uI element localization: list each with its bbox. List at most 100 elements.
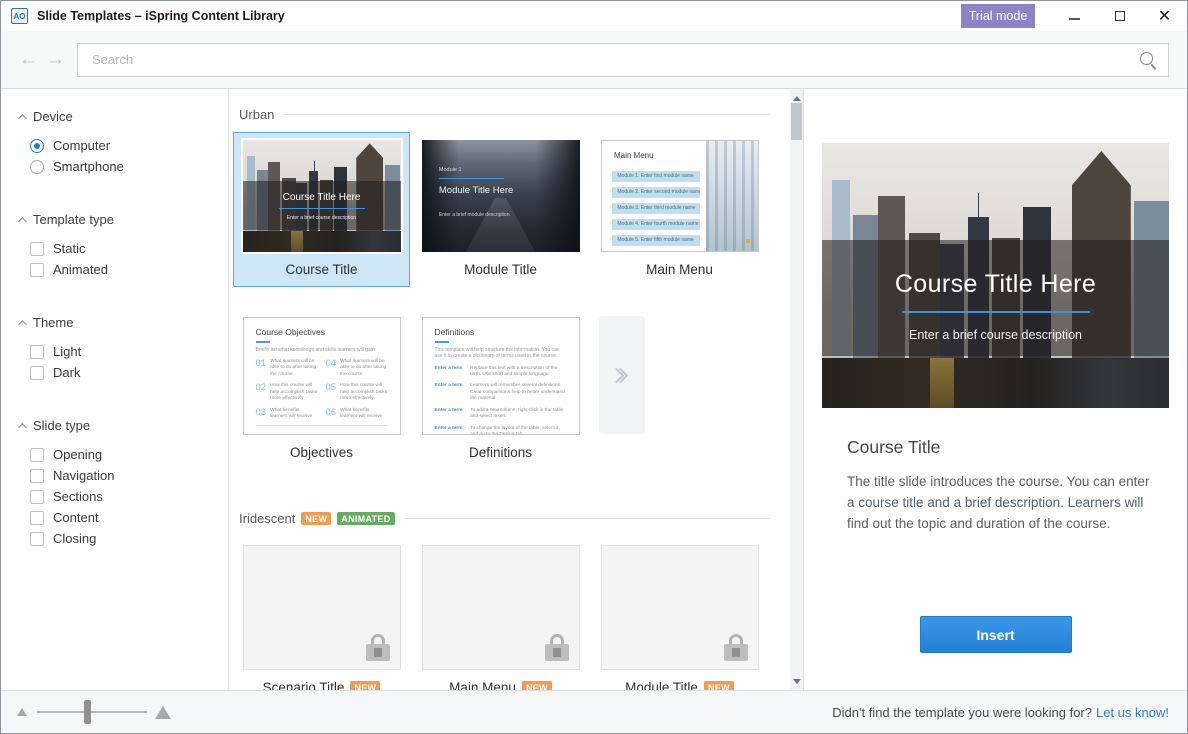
section-title-urban: Urban xyxy=(239,107,274,122)
checkbox-icon xyxy=(30,511,44,525)
radio-computer[interactable]: Computer xyxy=(1,135,228,156)
checkbox-animated[interactable]: Animated xyxy=(1,259,228,280)
animated-badge: ANIMATED xyxy=(337,512,394,525)
divider-line xyxy=(902,311,1090,313)
app-icon: AO xyxy=(11,8,28,24)
new-badge: NEW xyxy=(350,681,380,690)
template-name: Module Title xyxy=(625,680,698,690)
thumbnail-size-slider xyxy=(17,706,171,719)
locked-thumbnail-placeholder xyxy=(601,545,759,670)
template-tile-main-menu[interactable]: Main Menu Module 1. Enter first module n… xyxy=(591,132,768,287)
vertical-scrollbar[interactable] xyxy=(790,89,803,690)
section-divider xyxy=(284,114,770,115)
slide-thumbnail-image: Main Menu Module 1. Enter first module n… xyxy=(601,140,759,252)
status-bar: Didn't find the template you were lookin… xyxy=(1,690,1187,733)
minimize-icon xyxy=(1069,18,1080,20)
template-name: Scenario Title xyxy=(263,680,345,690)
filter-sidebar: Device Computer Smartphone Template type… xyxy=(1,89,229,690)
section-divider xyxy=(405,518,770,519)
toolbar: ← → xyxy=(1,31,1187,89)
arrow-up-icon xyxy=(793,96,801,101)
preview-slide-title: Course Title Here xyxy=(822,270,1169,299)
template-gallery: Urban xyxy=(229,89,790,690)
checkbox-dark[interactable]: Dark xyxy=(1,362,228,383)
locked-thumbnail-placeholder xyxy=(243,545,401,670)
new-badge: NEW xyxy=(301,512,331,525)
preview-slide-subtitle: Enter a brief course description xyxy=(822,328,1169,342)
template-name: Module Title xyxy=(464,262,537,277)
lock-icon xyxy=(365,634,391,661)
chevron-up-icon xyxy=(18,320,26,328)
new-badge: NEW xyxy=(522,681,552,690)
filter-group-slide-type[interactable]: Slide type xyxy=(1,417,228,434)
slide-thumbnail-image: Course Objectives Briefly list what know… xyxy=(243,317,401,435)
template-name: Course Title xyxy=(285,262,357,277)
slide-thumbnail-image: Module 1 Module Title Here Enter a brief… xyxy=(422,140,580,252)
slider-handle[interactable] xyxy=(84,700,91,724)
checkbox-opening[interactable]: Opening xyxy=(1,444,228,465)
zoom-out-icon[interactable] xyxy=(17,708,27,716)
slider-track[interactable] xyxy=(37,711,147,713)
template-tile-main-menu-locked[interactable]: Main Menu NEW xyxy=(412,537,589,690)
template-preview-image: Course Title Here Enter a brief course d… xyxy=(822,143,1169,408)
search-icon[interactable] xyxy=(1139,51,1157,69)
insert-button[interactable]: Insert xyxy=(920,616,1072,653)
template-name: Main Menu xyxy=(449,680,516,690)
radio-smartphone[interactable]: Smartphone xyxy=(1,156,228,177)
checkbox-icon xyxy=(30,490,44,504)
radio-icon xyxy=(30,160,44,174)
checkbox-static[interactable]: Static xyxy=(1,238,228,259)
slide-thumbnail-image: Definitions This template will help stru… xyxy=(422,317,580,435)
template-tile-definitions[interactable]: Definitions This template will help stru… xyxy=(412,309,589,470)
template-name: Definitions xyxy=(469,445,532,460)
close-icon: ✕ xyxy=(1158,6,1171,26)
titlebar: AO Slide Templates – iSpring Content Lib… xyxy=(1,1,1187,31)
filter-group-template-type[interactable]: Template type xyxy=(1,211,228,228)
template-name: Main Menu xyxy=(646,262,713,277)
show-more-button[interactable] xyxy=(599,316,645,434)
radio-icon xyxy=(30,139,44,153)
checkbox-icon xyxy=(30,448,44,462)
app-window: AO Slide Templates – iSpring Content Lib… xyxy=(0,0,1188,734)
maximize-button[interactable] xyxy=(1097,1,1142,31)
template-tile-course-title[interactable]: Course Title Here Enter a brief course d… xyxy=(233,132,410,287)
scroll-down-button[interactable] xyxy=(790,674,803,688)
template-name: Objectives xyxy=(290,445,353,460)
checkbox-icon xyxy=(30,263,44,277)
template-tile-module-title-locked[interactable]: Module Title NEW xyxy=(591,537,768,690)
search-input[interactable] xyxy=(77,43,1169,77)
checkbox-navigation[interactable]: Navigation xyxy=(1,465,228,486)
checkbox-icon xyxy=(30,469,44,483)
checkbox-sections[interactable]: Sections xyxy=(1,486,228,507)
checkbox-closing[interactable]: Closing xyxy=(1,528,228,549)
checkbox-icon xyxy=(30,242,44,256)
arrow-down-icon xyxy=(793,679,801,684)
chevron-up-icon xyxy=(18,114,26,122)
locked-thumbnail-placeholder xyxy=(422,545,580,670)
close-button[interactable]: ✕ xyxy=(1142,1,1187,31)
slide-thumbnail-image: Course Title Here Enter a brief course d… xyxy=(243,140,401,252)
checkbox-icon xyxy=(30,532,44,546)
new-badge: NEW xyxy=(704,681,734,690)
maximize-icon xyxy=(1115,11,1125,21)
template-tile-objectives[interactable]: Course Objectives Briefly list what know… xyxy=(233,309,410,470)
forward-button[interactable]: → xyxy=(42,49,69,71)
filter-group-theme[interactable]: Theme xyxy=(1,314,228,331)
scrollbar-thumb[interactable] xyxy=(791,103,802,140)
minimize-button[interactable] xyxy=(1052,1,1097,31)
let-us-know-link[interactable]: Let us know! xyxy=(1096,705,1169,720)
checkbox-icon xyxy=(30,345,44,359)
checkbox-content[interactable]: Content xyxy=(1,507,228,528)
chevron-up-icon xyxy=(18,423,26,431)
checkbox-icon xyxy=(30,366,44,380)
section-title-iridescent: Iridescent xyxy=(239,511,295,526)
template-tile-module-title[interactable]: Module 1 Module Title Here Enter a brief… xyxy=(412,132,589,287)
back-button[interactable]: ← xyxy=(15,49,42,71)
zoom-in-icon[interactable] xyxy=(155,706,171,719)
selected-template-name: Course Title xyxy=(847,437,1154,458)
filter-group-device[interactable]: Device xyxy=(1,108,228,125)
template-tile-scenario-title-locked[interactable]: Scenario Title NEW xyxy=(233,537,410,690)
preview-panel: Course Title Here Enter a brief course d… xyxy=(803,89,1187,690)
checkbox-light[interactable]: Light xyxy=(1,341,228,362)
lock-icon xyxy=(544,634,570,661)
